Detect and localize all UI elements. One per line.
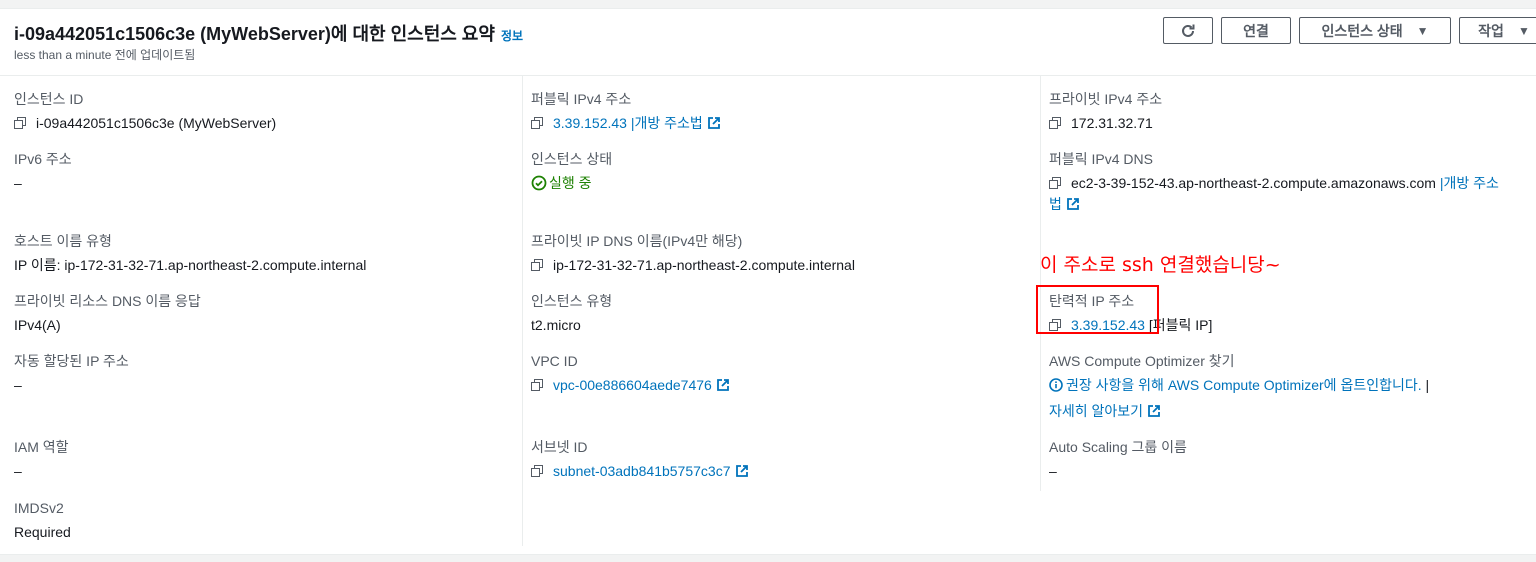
copy-icon[interactable] <box>531 259 543 271</box>
field-private-dns-response: 프라이빗 리소스 DNS 이름 응답 IPv4(A) <box>14 292 504 336</box>
field-instance-id: 인스턴스 ID i-09a442051c1506c3e (MyWebServer… <box>14 90 504 134</box>
refresh-button[interactable] <box>1163 17 1213 44</box>
instance-state-label: 인스턴스 상태 <box>1321 22 1403 39</box>
field-label: 서브넷 ID <box>531 439 588 455</box>
field-label: 인스턴스 ID <box>14 91 84 107</box>
field-label: IPv6 주소 <box>14 151 72 167</box>
summary-header: i-09a442051c1506c3e (MyWebServer)에 대한 인스… <box>0 8 1536 76</box>
caret-down-icon: ▼ <box>1517 23 1530 38</box>
caret-down-icon: ▼ <box>1416 23 1429 38</box>
private-ipv4-value: 172.31.32.71 <box>1071 115 1153 131</box>
open-address-link[interactable]: |개방 주소 <box>1440 175 1499 191</box>
instance-id-value: i-09a442051c1506c3e (MyWebServer) <box>36 115 277 131</box>
check-circle-icon <box>531 175 547 191</box>
instance-state-button[interactable]: 인스턴스 상태 ▼ <box>1299 17 1451 44</box>
open-address-link-cont[interactable]: 법 <box>1049 196 1062 212</box>
field-label: 프라이빗 IPv4 주소 <box>1049 91 1163 107</box>
field-instance-state: 인스턴스 상태 실행 중 <box>531 150 1021 194</box>
external-link-icon[interactable] <box>1066 198 1079 210</box>
field-label: 퍼블릭 IPv4 DNS <box>1049 151 1153 167</box>
field-autoscaling: Auto Scaling 그룹 이름 – <box>1049 438 1536 482</box>
connect-button[interactable]: 연결 <box>1221 17 1291 44</box>
details-column-2: 퍼블릭 IPv4 주소 3.39.152.43 |개방 주소법 인스턴스 상태 … <box>522 76 1041 546</box>
field-label: 호스트 이름 유형 <box>14 233 112 249</box>
field-imdsv2: IMDSv2 Required <box>14 499 504 543</box>
updated-time: less than a minute 전에 업데이트됨 <box>14 48 196 62</box>
actions-button[interactable]: 작업 ▼ <box>1459 17 1536 44</box>
field-label: AWS Compute Optimizer 찾기 <box>1049 353 1235 369</box>
field-iam-role: IAM 역할 – <box>14 438 504 482</box>
field-label: IMDSv2 <box>14 500 64 516</box>
iam-role-value: – <box>14 463 22 479</box>
field-label: 프라이빗 리소스 DNS 이름 응답 <box>14 293 201 309</box>
public-ipv4-link[interactable]: 3.39.152.43 <box>553 115 627 131</box>
ipv6-value: – <box>14 175 22 191</box>
instance-type-value: t2.micro <box>531 317 581 333</box>
annotation-text: 이 주소로 ssh 연결했습니당~ <box>1040 254 1281 276</box>
external-link-icon[interactable] <box>735 465 748 477</box>
actions-label: 작업 <box>1478 22 1504 39</box>
field-public-ipv4: 퍼블릭 IPv4 주소 3.39.152.43 |개방 주소법 <box>531 90 1021 134</box>
field-label: 퍼블릭 IPv4 주소 <box>531 91 632 107</box>
field-hostname-type: 호스트 이름 유형 IP 이름: ip-172-31-32-71.ap-nort… <box>14 232 504 276</box>
field-instance-type: 인스턴스 유형 t2.micro <box>531 292 1021 336</box>
title-text: i-09a442051c1506c3e (MyWebServer)에 대한 인스… <box>14 24 495 44</box>
private-ip-dns-value: ip-172-31-32-71.ap-northeast-2.compute.i… <box>553 257 855 273</box>
refresh-icon <box>1182 24 1195 37</box>
field-label: IAM 역할 <box>14 439 69 455</box>
copy-icon[interactable] <box>531 117 543 129</box>
field-public-dns: 퍼블릭 IPv4 DNS ec2-3-39-152-43.ap-northeas… <box>1049 150 1536 215</box>
field-vpc-id: VPC ID vpc-00e886604aede7476 <box>531 352 1021 396</box>
external-link-icon[interactable] <box>716 379 729 391</box>
auto-ip-value: – <box>14 377 22 393</box>
imdsv2-value: Required <box>14 524 71 540</box>
field-label: 인스턴스 상태 <box>531 151 613 167</box>
open-address-link[interactable]: |개방 주소법 <box>631 115 703 131</box>
field-label: 인스턴스 유형 <box>531 293 613 309</box>
field-label: 자동 할당된 IP 주소 <box>14 353 129 369</box>
info-link[interactable]: 정보 <box>501 29 523 43</box>
field-compute-optimizer: AWS Compute Optimizer 찾기 권장 사항을 위해 AWS C… <box>1049 352 1536 422</box>
external-link-icon[interactable] <box>707 117 720 129</box>
learn-more-link[interactable]: 자세히 알아보기 <box>1049 403 1143 419</box>
instance-state-value: 실행 중 <box>549 175 592 191</box>
info-circle-icon <box>1049 378 1063 392</box>
vpc-id-link[interactable]: vpc-00e886604aede7476 <box>553 377 712 393</box>
copy-icon[interactable] <box>531 379 543 391</box>
copy-icon[interactable] <box>1049 177 1061 189</box>
field-ipv6: IPv6 주소 – <box>14 150 504 194</box>
field-private-ipv4: 프라이빗 IPv4 주소 172.31.32.71 <box>1049 90 1536 134</box>
hostname-type-value: IP 이름: ip-172-31-32-71.ap-northeast-2.co… <box>14 257 367 273</box>
external-link-icon[interactable] <box>1148 405 1160 417</box>
autoscaling-value: – <box>1049 463 1057 479</box>
connect-label: 연결 <box>1243 22 1269 39</box>
details-column-3: 프라이빗 IPv4 주소 172.31.32.71 퍼블릭 IPv4 DNS e… <box>1040 76 1536 491</box>
field-label: Auto Scaling 그룹 이름 <box>1049 439 1187 455</box>
copy-icon[interactable] <box>14 117 26 129</box>
field-private-ip-dns: 프라이빗 IP DNS 이름(IPv4만 해당) ip-172-31-32-71… <box>531 232 1021 276</box>
copy-icon[interactable] <box>531 465 543 477</box>
optimizer-opt-in-link[interactable]: 권장 사항을 위해 AWS Compute Optimizer에 옵트인합니다. <box>1066 377 1422 393</box>
field-subnet-id: 서브넷 ID subnet-03adb841b5757c3c7 <box>531 438 1021 482</box>
field-auto-ip: 자동 할당된 IP 주소 – <box>14 352 504 396</box>
copy-icon[interactable] <box>1049 117 1061 129</box>
private-dns-response-value: IPv4(A) <box>14 317 61 333</box>
optimizer-separator: | <box>1425 377 1430 393</box>
field-label: 프라이빗 IP DNS 이름(IPv4만 해당) <box>531 233 743 249</box>
page-title: i-09a442051c1506c3e (MyWebServer)에 대한 인스… <box>14 20 523 46</box>
highlight-box <box>1036 285 1159 334</box>
field-label: VPC ID <box>531 353 578 369</box>
subnet-id-link[interactable]: subnet-03adb841b5757c3c7 <box>553 463 731 479</box>
public-dns-value: ec2-3-39-152-43.ap-northeast-2.compute.a… <box>1071 175 1436 191</box>
